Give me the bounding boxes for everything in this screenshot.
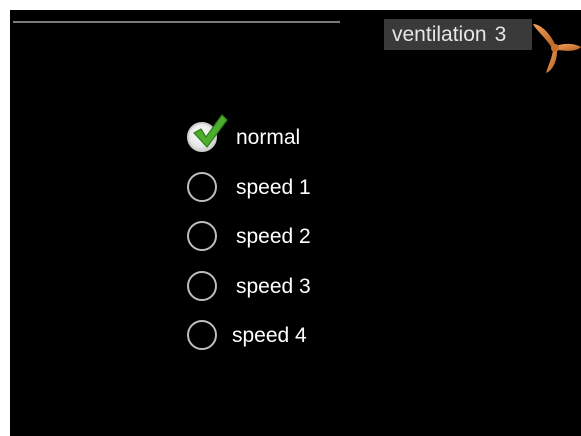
option-label: normal bbox=[236, 126, 301, 149]
option-label: speed 2 bbox=[236, 225, 311, 248]
option-speed-4[interactable]: speed 4 bbox=[185, 319, 385, 369]
menu-number: 3 bbox=[494, 23, 507, 46]
option-speed-3[interactable]: speed 3 bbox=[185, 270, 385, 320]
radio-button[interactable] bbox=[187, 171, 217, 202]
option-speed-2[interactable]: speed 2 bbox=[185, 220, 385, 270]
display-screen: ventilation 3 normal speed 1 speed 2 spe… bbox=[10, 10, 581, 436]
radio-button[interactable] bbox=[187, 320, 217, 350]
checkmark-icon bbox=[193, 114, 228, 148]
menu-title: ventilation 3 bbox=[384, 19, 532, 50]
option-normal[interactable]: normal bbox=[185, 114, 385, 171]
option-label: speed 4 bbox=[232, 324, 307, 347]
top-divider bbox=[13, 21, 340, 23]
radio-button[interactable] bbox=[187, 270, 217, 301]
ventilation-options: normal speed 1 speed 2 speed 3 speed 4 bbox=[185, 114, 385, 369]
option-label: speed 3 bbox=[236, 274, 311, 298]
option-label: speed 1 bbox=[236, 175, 311, 199]
radio-button[interactable] bbox=[187, 221, 217, 251]
menu-title-text: ventilation bbox=[392, 23, 487, 46]
option-speed-1[interactable]: speed 1 bbox=[185, 171, 385, 221]
fan-icon bbox=[533, 24, 581, 73]
